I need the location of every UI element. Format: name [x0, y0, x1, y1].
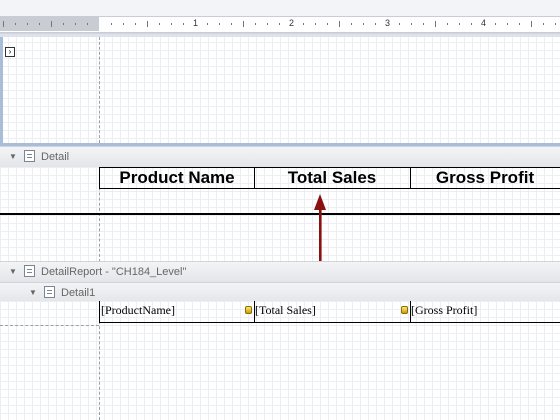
band-label-detail-report: DetailReport - "CH184_Level" — [41, 266, 187, 278]
ruler-tick — [543, 23, 544, 25]
database-field-icon — [245, 306, 252, 314]
ruler-tick — [447, 23, 448, 25]
ruler-tick — [219, 23, 220, 25]
band-icon — [24, 150, 35, 162]
field-total-sales[interactable]: [Total Sales] — [254, 301, 411, 323]
ruler-tick — [123, 23, 124, 25]
ruler-tick — [471, 23, 472, 25]
ruler-tick — [531, 21, 532, 27]
ruler-tick — [267, 23, 268, 25]
detail1-band-bottom-guide — [0, 325, 99, 326]
field-product-name[interactable]: [ProductName] — [99, 301, 255, 323]
collapse-triangle-icon[interactable]: ▼ — [29, 288, 37, 297]
band-label-detail1: Detail1 — [61, 287, 96, 299]
ruler-tick — [207, 23, 208, 25]
ruler-tick — [315, 23, 316, 25]
ruler-tick — [135, 23, 136, 25]
ruler-tick — [411, 23, 412, 25]
band-header-detail[interactable]: ▼ Detail — [0, 146, 560, 168]
band-header-detail-report[interactable]: ▼ DetailReport - "CH184_Level" — [0, 261, 560, 283]
top-band-frame — [0, 34, 560, 37]
database-field-icon — [401, 306, 408, 314]
header-cell-product-name[interactable]: Product Name — [99, 167, 255, 189]
ruler-tick — [183, 23, 184, 25]
ruler-tick — [279, 23, 280, 25]
header-cell-gross-profit[interactable]: Gross Profit — [410, 167, 560, 189]
top-band-left-accent — [0, 37, 3, 143]
ruler-tick — [3, 21, 4, 27]
ruler-tick — [303, 23, 304, 25]
ruler-tick — [555, 23, 556, 25]
ruler-tick — [27, 23, 28, 25]
ruler-tick — [399, 23, 400, 25]
ruler-tick — [231, 23, 232, 25]
ruler-tick — [87, 23, 88, 25]
ruler-number-3: 3 — [385, 18, 391, 28]
band-icon — [24, 265, 35, 277]
ruler-tick — [507, 23, 508, 25]
ruler-tick — [75, 23, 76, 25]
ruler-tick — [171, 23, 172, 25]
ruler-number-4: 4 — [481, 18, 487, 28]
ruler-tick — [243, 21, 244, 27]
ruler-tick — [111, 23, 112, 25]
ruler-tick — [423, 23, 424, 25]
ruler-tick — [375, 23, 376, 25]
ruler-number-2: 2 — [289, 18, 295, 28]
ruler-tick — [363, 23, 364, 25]
collapse-triangle-icon[interactable]: ▼ — [9, 152, 17, 161]
left-margin-guide — [99, 37, 100, 143]
ruler-tick — [63, 23, 64, 25]
collapse-triangle-icon[interactable]: ▼ — [9, 267, 17, 276]
band-label-detail: Detail — [41, 151, 70, 163]
horizontal-line-control[interactable] — [0, 213, 560, 215]
ruler-tick — [327, 23, 328, 25]
ruler-tick — [147, 21, 148, 27]
ruler-tick — [339, 21, 340, 27]
header-cell-total-sales[interactable]: Total Sales — [254, 167, 411, 189]
ruler-tick — [519, 23, 520, 25]
field-gross-profit[interactable]: [Gross Profit] — [410, 301, 560, 323]
ruler-tick — [495, 23, 496, 25]
ruler-tick — [255, 23, 256, 25]
ruler-tick — [159, 23, 160, 25]
band-icon — [44, 286, 55, 298]
ruler-tick — [39, 23, 40, 25]
callout-arrow — [314, 194, 326, 262]
ruler-tick — [351, 23, 352, 25]
ruler-tick — [15, 23, 16, 25]
ruler-number-1: 1 — [193, 18, 199, 28]
ruler-tick — [459, 23, 460, 25]
ruler-tick — [435, 21, 436, 27]
ruler-tick — [51, 21, 52, 27]
top-band-surface[interactable] — [0, 34, 560, 145]
expand-smart-tag-icon[interactable]: › — [5, 47, 15, 57]
